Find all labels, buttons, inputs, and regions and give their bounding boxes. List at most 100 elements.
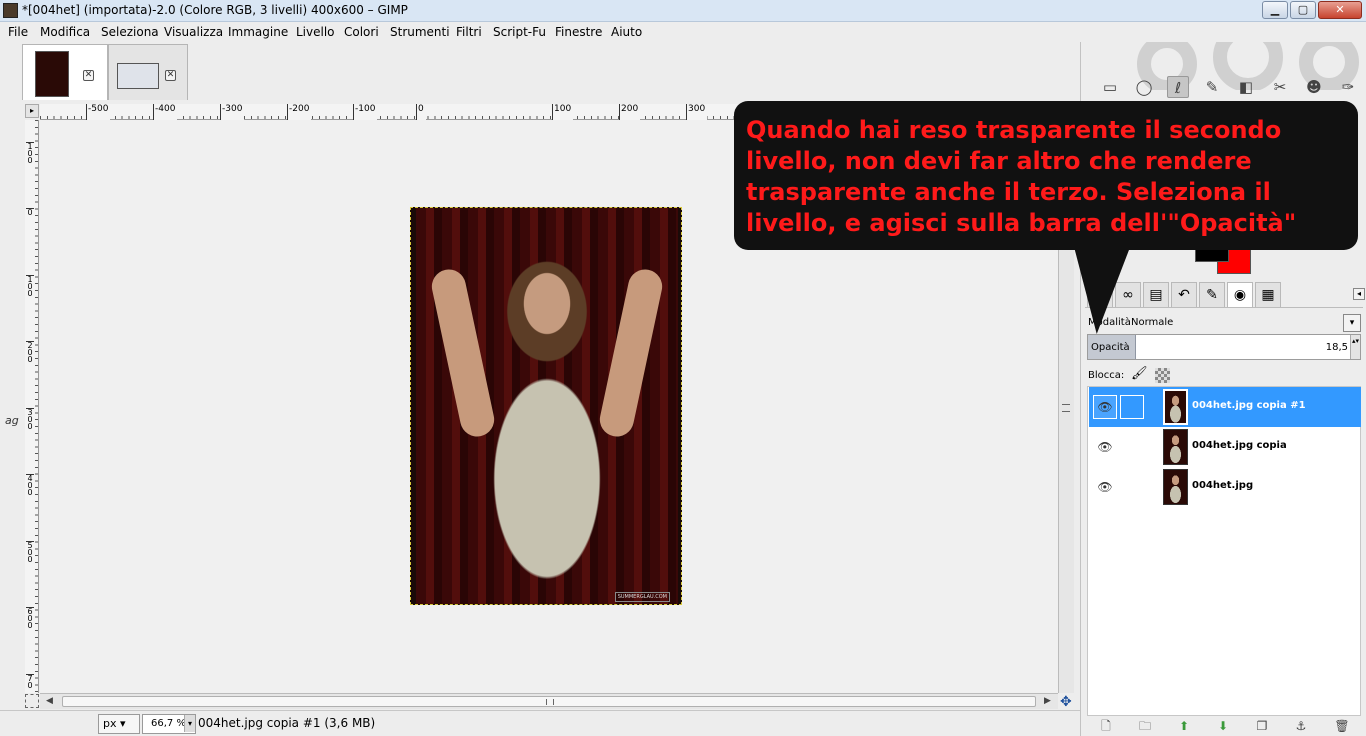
duplicate-layer-icon[interactable]: ❐ [1253, 718, 1271, 734]
scroll-left-icon[interactable]: ◀ [46, 696, 53, 706]
tutorial-callout: Quando hai reso trasparente il secondo l… [734, 101, 1358, 250]
unit-select[interactable]: px ▾ [98, 714, 140, 734]
menu-aiuto[interactable]: Aiuto [611, 25, 642, 39]
layer-row[interactable]: 👁 004het.jpg [1089, 467, 1361, 507]
eye-icon[interactable]: 👁 [1093, 395, 1117, 419]
delete-layer-icon[interactable]: 🗑 [1333, 718, 1351, 734]
zoom-dropdown-icon[interactable]: ▾ [184, 715, 195, 732]
ruler-label: 6 0 0 [26, 607, 34, 630]
ruler-label: 200 [619, 104, 641, 120]
photo-arm [596, 266, 666, 440]
maximize-button[interactable]: ▢ [1290, 1, 1316, 19]
menu-bar: File Modifica Seleziona Visualizza Immag… [0, 22, 1366, 42]
raise-layer-icon[interactable]: ⬆ [1175, 718, 1193, 734]
menu-seleziona[interactable]: Seleziona [101, 25, 159, 39]
tab-tool-options[interactable]: ◉ [1227, 282, 1253, 307]
tab-undo[interactable]: ↶ [1171, 282, 1197, 307]
lock-alpha-icon[interactable] [1155, 368, 1170, 383]
layer-thumbnail [1163, 389, 1188, 425]
opacity-slider[interactable]: Opacità 18,5 ▴▾ [1087, 334, 1361, 360]
ruler-label: 1 0 0 [26, 275, 34, 298]
chevron-down-icon: ▾ [120, 717, 126, 730]
ruler-label: 100 [552, 104, 574, 120]
app-icon [3, 3, 18, 18]
ruler-label: 4 0 0 [26, 474, 34, 497]
scroll-grip [1062, 404, 1070, 412]
status-message: 004het.jpg copia #1 (3,6 MB) [198, 716, 376, 730]
menu-finestre[interactable]: Finestre [555, 25, 602, 39]
layer-name[interactable]: 004het.jpg copia [1192, 440, 1287, 451]
status-bar: px ▾ 66,7 % ▾ 004het.jpg copia #1 (3,6 M… [0, 710, 1080, 736]
new-layer-icon[interactable]: 🗋 [1097, 718, 1115, 734]
vertical-ruler[interactable]: 1 0 0 0 1 0 0 2 0 0 3 0 0 4 0 0 5 0 0 6 … [25, 120, 39, 693]
color-select-icon[interactable]: ◧ [1235, 76, 1257, 98]
layer-name[interactable]: 004het.jpg copia #1 [1192, 400, 1306, 411]
ruler-corner-menu[interactable]: ▸ [25, 104, 39, 118]
new-group-icon[interactable]: 🗀 [1136, 718, 1154, 734]
minimize-button[interactable]: ▁ [1262, 1, 1288, 19]
foreground-select-icon[interactable]: ☻ [1303, 76, 1325, 98]
menu-modifica[interactable]: Modifica [40, 25, 90, 39]
image-tab[interactable]: ✕ [108, 44, 188, 100]
tab-brushes[interactable]: ✎ [1199, 282, 1225, 307]
lock-pixels-icon[interactable]: 🖌 [1131, 366, 1148, 381]
ruler-label: 0 [26, 208, 34, 217]
menu-filtri[interactable]: Filtri [456, 25, 482, 39]
horizontal-scroll-thumb[interactable] [62, 696, 1036, 707]
toolbox: ▭ ◯ ℓ ✎ ◧ ✂ ☻ ✑ [1091, 76, 1366, 102]
rect-select-icon[interactable]: ▭ [1099, 76, 1121, 98]
menu-livello[interactable]: Livello [296, 25, 335, 39]
close-button[interactable]: ✕ [1318, 1, 1362, 19]
lock-row: Blocca: 🖌 [1087, 366, 1361, 386]
ruler-label: -500 [86, 104, 111, 120]
menu-visualizza[interactable]: Visualizza [164, 25, 223, 39]
quick-mask-toggle[interactable] [25, 694, 39, 708]
ruler-label: -100 [353, 104, 378, 120]
opacity-value: 18,5 [1325, 342, 1348, 353]
navigate-icon[interactable]: ✥ [1060, 694, 1072, 710]
tab-patterns[interactable]: ▦ [1255, 282, 1281, 307]
layer-row[interactable]: 👁 004het.jpg copia #1 [1089, 387, 1361, 427]
image-layer-boundary[interactable]: SUMMERGLAU.COM [410, 207, 682, 605]
menu-script-fu[interactable]: Script-Fu [493, 25, 546, 39]
menu-strumenti[interactable]: Strumenti [390, 25, 450, 39]
photo-woman-portrait: SUMMERGLAU.COM [416, 208, 678, 604]
scroll-right-icon[interactable]: ▶ [1044, 696, 1051, 706]
photo-watermark: SUMMERGLAU.COM [614, 592, 670, 602]
eye-icon[interactable]: 👁 [1095, 479, 1115, 495]
horizontal-scrollbar[interactable]: ◀ ▶ [40, 693, 1058, 709]
lasso-select-icon[interactable]: ℓ [1167, 76, 1189, 98]
close-tab-icon[interactable]: ✕ [83, 70, 94, 81]
chain-toggle[interactable] [1120, 395, 1144, 419]
callout-text: Quando hai reso trasparente il secondo l… [746, 116, 1297, 237]
ruler-label: -400 [153, 104, 178, 120]
ellipse-select-icon[interactable]: ◯ [1133, 76, 1155, 98]
scissors-select-icon[interactable]: ✂ [1269, 76, 1291, 98]
menu-immagine[interactable]: Immagine [228, 25, 288, 39]
eye-icon[interactable]: 👁 [1095, 439, 1115, 455]
chevron-down-icon[interactable]: ▾ [1343, 314, 1361, 332]
layer-thumbnail [1163, 429, 1188, 465]
window-title: *[004het] (importata)-2.0 (Colore RGB, 3… [22, 3, 408, 17]
menu-file[interactable]: File [8, 25, 28, 39]
left-edge-text: ag [5, 414, 19, 427]
image-tab-active[interactable]: ✕ [22, 44, 108, 100]
fuzzy-select-icon[interactable]: ✎ [1201, 76, 1223, 98]
layer-row[interactable]: 👁 004het.jpg copia [1089, 427, 1361, 467]
menu-colori[interactable]: Colori [344, 25, 379, 39]
ruler-label: 3 0 0 [26, 408, 34, 431]
close-tab-icon[interactable]: ✕ [165, 70, 176, 81]
dock-menu-icon[interactable]: ◂ [1353, 288, 1365, 300]
opacity-spin-button[interactable]: ▴▾ [1350, 335, 1360, 359]
layers-button-bar: 🗋 🗀 ⬆ ⬇ ❐ ⚓ 🗑 [1087, 716, 1361, 736]
lower-layer-icon[interactable]: ⬇ [1214, 718, 1232, 734]
tab-paths[interactable]: ▤ [1143, 282, 1169, 307]
layer-thumbnail [1163, 469, 1188, 505]
ruler-label: 0 [416, 104, 426, 120]
layers-list: 👁 004het.jpg copia #1 👁 004het.jpg copia… [1087, 386, 1361, 716]
opacity-label: Opacità [1091, 342, 1130, 353]
layer-name[interactable]: 004het.jpg [1192, 480, 1253, 491]
image-thumbnail [117, 63, 159, 89]
anchor-layer-icon[interactable]: ⚓ [1292, 718, 1310, 734]
paths-icon[interactable]: ✑ [1337, 76, 1359, 98]
